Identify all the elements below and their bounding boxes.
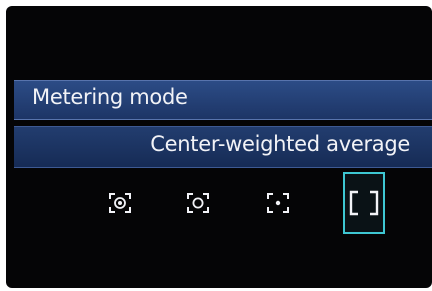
- partial-metering-icon: [187, 193, 209, 213]
- mode-option-spot[interactable]: [257, 172, 299, 234]
- mode-option-center-weighted[interactable]: [343, 172, 385, 234]
- selected-value-bar: Center-weighted average: [14, 126, 432, 168]
- camera-menu-screen: Metering mode Center-weighted average: [6, 6, 432, 288]
- center-weighted-average-icon: [349, 190, 379, 216]
- spot-metering-icon: [267, 193, 289, 213]
- menu-title: Metering mode: [32, 85, 188, 109]
- selected-mode-label: Center-weighted average: [150, 132, 410, 156]
- mode-option-evaluative[interactable]: [99, 172, 141, 234]
- evaluative-metering-icon: [109, 193, 131, 213]
- mode-option-partial[interactable]: [177, 172, 219, 234]
- menu-title-bar: Metering mode: [14, 80, 432, 120]
